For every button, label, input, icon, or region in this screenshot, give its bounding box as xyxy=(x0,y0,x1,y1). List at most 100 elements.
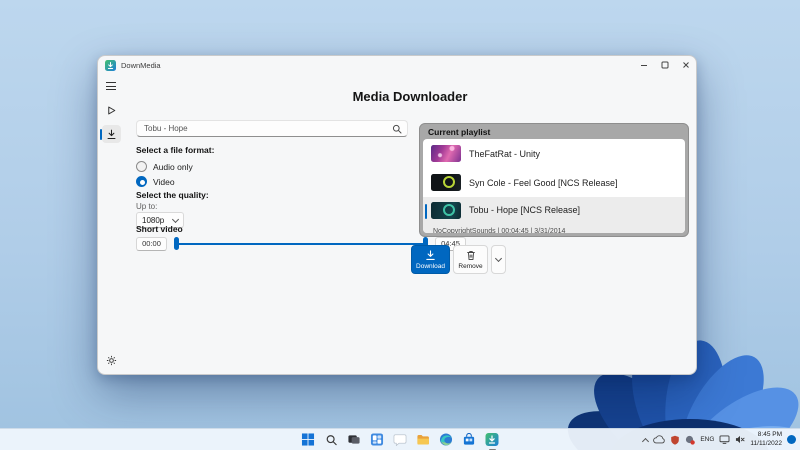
taskbar-search-button[interactable] xyxy=(323,431,340,448)
titlebar[interactable]: DownMedia xyxy=(98,56,696,74)
thumb-ring xyxy=(443,203,455,216)
app-body: Media Downloader Select a file format: A… xyxy=(98,74,696,374)
date-label: 11/11/2022 xyxy=(750,439,782,447)
start-button[interactable] xyxy=(300,431,317,448)
playlist-item-title: TheFatRat - Unity xyxy=(469,148,541,159)
app-window: DownMedia Media Downloader Tobu - Hope S… xyxy=(97,55,697,375)
sidebar-item-player[interactable] xyxy=(102,101,121,119)
task-view-button[interactable] xyxy=(346,431,363,448)
playlist-item-details: NoCopyrightSounds | 00:04:45 | 3/31/2014 xyxy=(433,227,566,234)
trim-start-input[interactable]: 00:00 xyxy=(136,236,167,251)
slider-track[interactable] xyxy=(176,242,426,245)
store-bag-icon xyxy=(463,433,475,445)
selection-indicator xyxy=(424,204,427,219)
edge-browser-button[interactable] xyxy=(438,431,455,448)
download-nav-icon xyxy=(107,129,115,139)
selection-pill xyxy=(99,128,102,140)
file-explorer-button[interactable] xyxy=(415,431,432,448)
cloud-icon xyxy=(653,435,666,444)
playlist-item-selected[interactable]: Tobu - Hope [NCS Release] NoCopyrightSou… xyxy=(423,197,685,233)
radio-video-label: Video xyxy=(153,176,175,187)
download-button[interactable]: Download xyxy=(411,245,450,274)
notification-badge[interactable] xyxy=(787,435,796,444)
playlist-title: Current playlist xyxy=(428,127,491,137)
chevron-down-icon xyxy=(494,254,503,263)
system-tray: ENG 8:45 PM 11/11/2022 xyxy=(642,429,796,450)
minimize-icon xyxy=(641,65,647,66)
hidden-icons-button[interactable] xyxy=(642,436,650,445)
windows-logo-icon xyxy=(301,433,315,446)
trash-icon xyxy=(466,250,475,260)
nav-rail xyxy=(98,74,124,374)
action-buttons: Download Remove xyxy=(411,245,506,274)
security-tray-button[interactable] xyxy=(670,435,680,445)
gear-icon xyxy=(106,355,116,365)
clock[interactable]: 8:45 PM 11/11/2022 xyxy=(750,431,782,447)
speaker-icon xyxy=(736,435,745,444)
download-icon xyxy=(426,249,435,260)
trim-section-label: Short video xyxy=(136,224,183,234)
radio-audio-label: Audio only xyxy=(153,161,193,172)
onedrive-tray-button[interactable] xyxy=(653,435,666,444)
volume-button[interactable] xyxy=(735,435,745,444)
search-input[interactable] xyxy=(136,120,408,137)
radio-audio-circle-icon[interactable] xyxy=(136,161,147,172)
play-icon xyxy=(107,106,115,114)
playlist-item[interactable]: TheFatRat - Unity xyxy=(423,139,685,168)
page-title: Media Downloader xyxy=(352,89,468,104)
format-section-label: Select a file format: xyxy=(136,145,215,155)
minimize-button[interactable] xyxy=(636,58,652,72)
downmedia-app-button[interactable] xyxy=(484,431,501,450)
widgets-button[interactable] xyxy=(369,431,386,448)
app-icon xyxy=(485,433,499,446)
playlist-item-title: Tobu - Hope [NCS Release] xyxy=(469,205,581,215)
search-icon xyxy=(326,434,337,445)
menu-button[interactable] xyxy=(102,77,121,95)
range-slider[interactable] xyxy=(174,236,428,251)
language-indicator[interactable]: ENG xyxy=(700,436,714,443)
close-button[interactable] xyxy=(678,58,694,72)
radio-audio-only[interactable]: Audio only xyxy=(136,160,193,173)
radio-video[interactable]: Video xyxy=(136,175,175,188)
shield-icon xyxy=(671,435,680,445)
network-button[interactable] xyxy=(719,435,730,444)
thumbnail-image xyxy=(431,145,461,162)
chat-button[interactable] xyxy=(392,431,409,448)
app-icon xyxy=(105,59,116,71)
taskbar-center xyxy=(300,429,501,450)
search-icon[interactable] xyxy=(392,124,402,134)
main-content: Media Downloader Select a file format: A… xyxy=(124,74,696,374)
window-title: DownMedia xyxy=(121,60,161,70)
chevron-up-icon xyxy=(642,437,650,445)
download-button-label: Download xyxy=(416,262,445,270)
update-tray-button[interactable] xyxy=(685,435,696,445)
folder-icon xyxy=(417,434,429,445)
taskbar: ENG 8:45 PM 11/11/2022 xyxy=(0,428,800,450)
microsoft-store-button[interactable] xyxy=(461,431,478,448)
maximize-icon xyxy=(661,61,669,69)
close-icon xyxy=(683,62,689,68)
app-badge-icon xyxy=(686,435,696,445)
playlist-item[interactable]: Syn Cole - Feel Good [NCS Release] xyxy=(423,168,685,197)
task-view-icon xyxy=(348,435,360,444)
sidebar-item-downloader[interactable] xyxy=(99,125,121,143)
playlist-list: TheFatRat - Unity Syn Cole - Feel Good [… xyxy=(423,139,685,233)
thumb-ring xyxy=(443,176,455,188)
quality-section-label: Select the quality: xyxy=(136,190,209,200)
more-actions-button[interactable] xyxy=(491,245,506,274)
hamburger-icon xyxy=(106,82,116,90)
network-icon xyxy=(719,435,730,444)
time-label: 8:45 PM xyxy=(757,431,782,439)
quality-hint-label: Up to: xyxy=(136,202,158,211)
playlist-panel: Current playlist TheFatRat - Unity Syn C… xyxy=(419,123,689,237)
radio-video-circle-icon[interactable] xyxy=(136,176,147,187)
thumbnail-image xyxy=(431,201,461,219)
desktop: DownMedia Media Downloader Tobu - Hope S… xyxy=(0,0,800,450)
slider-start-handle[interactable] xyxy=(174,237,179,250)
maximize-button[interactable] xyxy=(657,58,673,72)
settings-button[interactable] xyxy=(102,351,121,369)
chat-bubble-icon xyxy=(393,434,407,446)
thumbnail-image xyxy=(431,174,461,191)
remove-button[interactable]: Remove xyxy=(453,245,488,274)
remove-button-label: Remove xyxy=(458,262,483,270)
